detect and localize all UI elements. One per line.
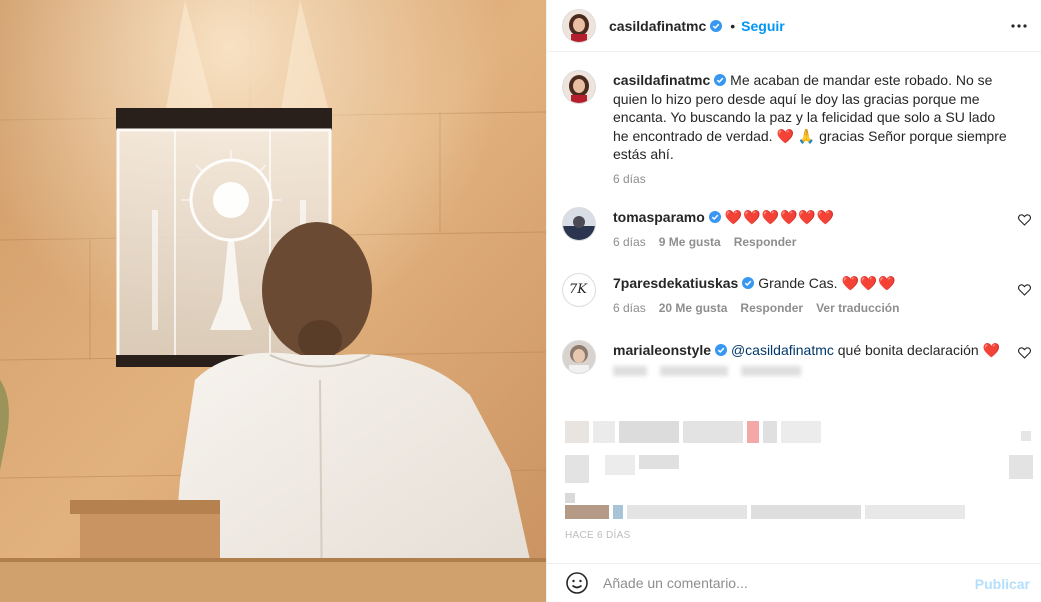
caption-time[interactable]: 6 días: [613, 170, 1013, 189]
commenter-avatar-logo: 7K: [569, 282, 587, 297]
comment-time[interactable]: 6 días: [613, 299, 646, 317]
comment-item: tomasparamo ❤️❤️❤️❤️❤️❤️ 6 días 9 Me gus…: [563, 208, 1033, 251]
comment-mention[interactable]: @casildafinatmc: [731, 342, 834, 358]
comment-body: marialeonstyle @casildafinatmc qué bonit…: [613, 341, 1003, 376]
pixel-block: [763, 421, 777, 443]
comment-body: 7paresdekatiuskas Grande Cas. ❤️❤️❤️ 6 d…: [613, 274, 1003, 317]
pixelated-region: [1021, 431, 1031, 441]
add-comment-bar: Publicar: [547, 563, 1041, 602]
pixel-block: [565, 505, 609, 519]
pixel-block: [593, 455, 601, 483]
instagram-post-view: casildafinatmc • Seguir casildafinatmc M…: [0, 0, 1041, 602]
post-header: casildafinatmc • Seguir: [547, 0, 1041, 52]
more-options-icon[interactable]: [1010, 18, 1028, 34]
post-photo-drawing: [0, 0, 546, 602]
comment-item: 7K 7paresdekatiuskas Grande Cas. ❤️❤️❤️ …: [563, 274, 1033, 317]
commenter-avatar[interactable]: [563, 208, 595, 240]
author-avatar[interactable]: [563, 9, 595, 42]
pixel-block: [639, 455, 679, 469]
comment-input[interactable]: [603, 575, 943, 591]
pixel-block: [605, 455, 635, 475]
caption-avatar[interactable]: [563, 71, 595, 103]
comment-meta: 6 días 20 Me gusta Responder Ver traducc…: [613, 299, 1003, 317]
post-caption: casildafinatmc Me acaban de mandar este …: [563, 71, 1025, 188]
blurred-placeholder: [613, 366, 647, 376]
pixel-block: [619, 421, 679, 443]
see-translation-button[interactable]: Ver traducción: [816, 299, 899, 317]
pixelated-region: [565, 505, 965, 519]
follow-button[interactable]: Seguir: [741, 18, 785, 34]
author-username[interactable]: casildafinatmc: [609, 18, 706, 34]
comment-username[interactable]: 7paresdekatiuskas: [613, 275, 738, 291]
commenter-avatar-image: [563, 208, 595, 240]
pixel-block: [613, 505, 623, 519]
commenter-avatar-image: [563, 341, 595, 373]
comment-username[interactable]: tomasparamo: [613, 209, 705, 225]
comment-hearts: ❤️❤️❤️: [841, 275, 897, 291]
publish-button[interactable]: Publicar: [975, 576, 1030, 592]
pixel-block: [781, 421, 821, 443]
post-photo[interactable]: [0, 0, 546, 602]
commenter-avatar[interactable]: 7K: [563, 274, 595, 306]
like-heart-icon[interactable]: [1018, 284, 1031, 296]
verified-badge-icon: [714, 74, 727, 86]
pixel-block: [1009, 455, 1033, 479]
reply-button[interactable]: Responder: [740, 299, 803, 317]
pixel-block: [627, 505, 747, 519]
pixel-block: [565, 421, 589, 443]
pixel-block: [593, 421, 615, 443]
blurred-placeholder: [660, 366, 728, 376]
verified-badge-icon: [715, 344, 728, 356]
like-heart-icon[interactable]: [1018, 214, 1031, 226]
pixelated-region: [565, 493, 575, 503]
pixel-block: [565, 493, 575, 503]
pixel-block: [1021, 431, 1031, 441]
pixel-block: [751, 505, 861, 519]
comment-text: ❤️❤️❤️❤️❤️❤️: [724, 209, 836, 225]
author-avatar-image: [563, 9, 595, 42]
pixelated-region: [565, 455, 679, 483]
comment-meta: 6 días 9 Me gusta Responder: [613, 233, 1003, 251]
comment-username[interactable]: marialeonstyle: [613, 342, 711, 358]
verified-badge-icon: [710, 19, 723, 32]
comments-list[interactable]: casildafinatmc Me acaban de mandar este …: [547, 53, 1041, 563]
comment-text: Grande Cas.: [758, 275, 838, 291]
pixelated-region: [565, 421, 821, 443]
comment-hearts: ❤️: [982, 342, 1001, 358]
reply-button[interactable]: Responder: [734, 233, 797, 251]
comment-likes[interactable]: 20 Me gusta: [659, 299, 728, 317]
comment-text: qué bonita declaración: [837, 342, 979, 358]
blurred-placeholder: [741, 366, 801, 376]
caption-username[interactable]: casildafinatmc: [613, 72, 710, 88]
comment-likes[interactable]: 9 Me gusta: [659, 233, 721, 251]
like-heart-icon[interactable]: [1018, 347, 1031, 359]
comment-item: marialeonstyle @casildafinatmc qué bonit…: [563, 341, 1033, 376]
post-side-panel: casildafinatmc • Seguir casildafinatmc M…: [546, 0, 1041, 602]
verified-badge-icon: [708, 211, 721, 223]
pixel-block: [683, 421, 743, 443]
pixel-block: [865, 505, 965, 519]
comment-meta-blurred: [613, 366, 1003, 376]
partial-timestamp: HACE 6 DÍAS: [565, 530, 631, 541]
header-separator: •: [730, 17, 736, 34]
verified-badge-icon: [742, 277, 755, 289]
commenter-avatar[interactable]: [563, 341, 595, 373]
caption-body: casildafinatmc Me acaban de mandar este …: [613, 71, 1013, 188]
smiley-icon[interactable]: [565, 571, 589, 595]
comment-time[interactable]: 6 días: [613, 233, 646, 251]
pixel-block: [747, 421, 759, 443]
caption-avatar-image: [563, 71, 595, 103]
pixel-block: [565, 455, 589, 483]
comment-body: tomasparamo ❤️❤️❤️❤️❤️❤️ 6 días 9 Me gus…: [613, 208, 1003, 251]
pixelated-region: [1009, 455, 1033, 479]
